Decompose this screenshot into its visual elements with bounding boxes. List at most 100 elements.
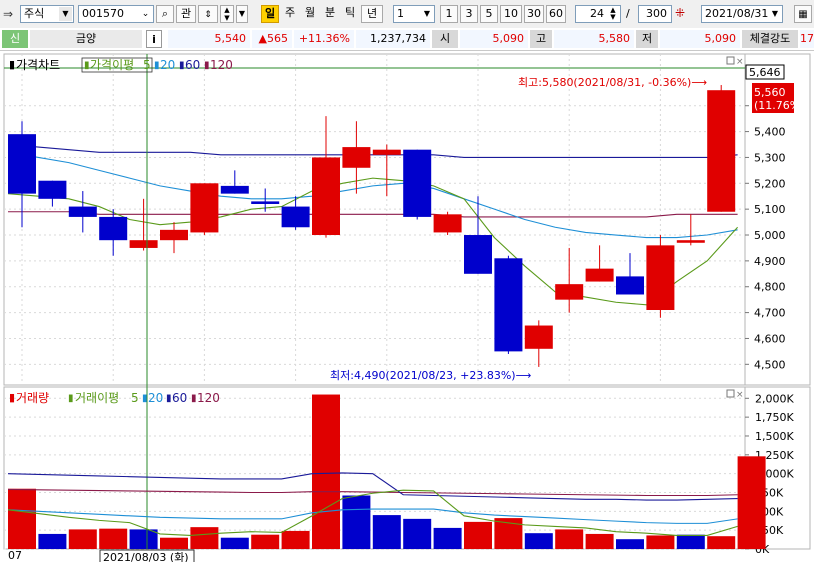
candle-body: [524, 325, 553, 349]
volume-bar: [281, 530, 310, 549]
stock-chart[interactable]: 4,500 4,600 4,700 4,800 4,900 5,000 5,100 5,200…: [0, 52, 814, 562]
market-select[interactable]: 주식 ▼: [20, 5, 74, 23]
period-tick[interactable]: 틱: [341, 5, 359, 23]
stock-code-input[interactable]: 001570 ⌄: [78, 5, 154, 23]
watchlist-button[interactable]: 관: [176, 5, 196, 23]
price-ma60-bullet: ▮: [179, 60, 185, 71]
chevron-down-icon: ▼: [59, 7, 72, 21]
period-week[interactable]: 주: [281, 5, 299, 23]
period-minute[interactable]: 분: [321, 5, 339, 23]
dropdown-button[interactable]: ▼: [236, 5, 248, 23]
interval-5[interactable]: 5: [480, 5, 498, 23]
candle: [403, 149, 432, 220]
price-y-tick-label: 5,200: [754, 177, 786, 190]
volume-value: 1,237,734: [356, 30, 430, 48]
chevron-down-icon: ⌄: [141, 9, 150, 19]
strength-label: 체결강도: [742, 30, 798, 48]
volume-bar: [707, 536, 736, 549]
candle-body: [403, 149, 432, 217]
volume-bar: [160, 537, 188, 549]
candle-body: [555, 284, 584, 300]
interval-60[interactable]: 60: [546, 5, 566, 23]
quote-bar: 신 금양 i 5,540 ▲565 +11.36% 1,237,734 시 5,…: [0, 28, 814, 51]
volume-bar: [251, 534, 280, 549]
scroll-toggle-button[interactable]: ⇕: [198, 5, 218, 23]
market-select-value: 주식: [24, 7, 45, 20]
candle-body: [616, 276, 644, 295]
candle-body: [707, 90, 736, 212]
volume-ma5-bullet: ▮: [68, 393, 74, 404]
price-ma5-bullet: ▮: [84, 60, 90, 71]
volume-bar: [8, 488, 36, 549]
volume-bar: [372, 515, 401, 549]
search-button[interactable]: ⌕: [156, 5, 174, 23]
period-day[interactable]: 일: [261, 5, 279, 23]
current-pct-label: (11.76%): [754, 99, 805, 112]
interval-30[interactable]: 30: [524, 5, 544, 23]
candle-body: [372, 149, 401, 155]
price-ma20-bullet: ▮: [154, 60, 160, 71]
chevron-down-icon: ▼: [238, 9, 246, 18]
interval-select[interactable]: 1 ▼: [393, 5, 435, 23]
volume-bar: [38, 533, 67, 549]
candle: [190, 183, 219, 236]
panel-close-icon[interactable]: ×: [736, 57, 744, 67]
candle: [433, 211, 462, 236]
settings-icon[interactable]: ⁜: [675, 6, 685, 20]
candle-body: [646, 245, 675, 311]
candle-body: [312, 157, 340, 236]
volume-bar: [646, 535, 675, 549]
price-y-tick-label: 5,300: [754, 151, 786, 164]
price-ma5-period: 5: [143, 58, 151, 72]
strength-value: 177.5: [800, 30, 814, 48]
volume-bar: [585, 533, 614, 549]
candle-body: [342, 147, 371, 168]
candle-body: [676, 240, 705, 243]
candle-body: [38, 180, 67, 199]
date-input[interactable]: 2021/08/31 ▼: [701, 5, 783, 23]
volume-bar: [220, 537, 249, 549]
volume-bar: [464, 521, 492, 549]
low-price: 5,090: [660, 30, 740, 48]
price-ma20-period: 20: [160, 58, 175, 72]
volume-y-tick-label: 1,750K: [755, 411, 794, 424]
panel-close-icon[interactable]: ×: [736, 390, 744, 400]
page-current-input[interactable]: 24 ▲ ▼: [575, 5, 621, 23]
crosshair-price-label: 5,646: [749, 66, 781, 79]
candle-body: [99, 216, 128, 241]
interval-10[interactable]: 10: [500, 5, 522, 23]
volume-ma-label: 거래이평: [75, 391, 119, 405]
price-y-tick-label: 4,800: [754, 281, 786, 294]
price-y-tick-label: 5,400: [754, 126, 786, 139]
period-year[interactable]: 년: [361, 5, 383, 23]
candle-body: [8, 134, 36, 194]
volume-ma60-bullet: ▮: [166, 393, 172, 404]
low-annotation: 최저:4,490(2021/08/23, +23.83%)⟶: [330, 369, 532, 382]
period-month[interactable]: 월: [301, 5, 319, 23]
credit-flag: 신: [2, 30, 28, 48]
spin-button[interactable]: ▲ ▼: [220, 5, 234, 23]
price-y-tick-label: 4,900: [754, 255, 786, 268]
volume-ma20-bullet: ▮: [142, 393, 148, 404]
interval-3[interactable]: 3: [460, 5, 478, 23]
price-y-tick-label: 5,100: [754, 203, 786, 216]
change-percent: +11.36%: [294, 30, 354, 48]
volume-bar: [312, 394, 340, 549]
info-button[interactable]: i: [146, 30, 162, 48]
volume-panel-title: 거래량: [16, 391, 49, 405]
candle: [707, 85, 736, 212]
interval-1[interactable]: 1: [440, 5, 458, 23]
stock-name: 금양: [30, 30, 142, 48]
chart-toolbar: ⇒ 주식 ▼ 001570 ⌄ ⌕ 관 ⇕ ▲ ▼ ▼ 일 주 월 분 틱 년 1…: [0, 0, 814, 29]
up-down-icon: ⇕: [204, 10, 212, 20]
stock-code-value: 001570: [82, 7, 124, 20]
page-total-input[interactable]: 300: [638, 5, 672, 23]
volume-bar: [129, 529, 158, 549]
volume-bar: [616, 539, 644, 549]
price-ma120-bullet: ▮: [204, 60, 210, 71]
menu-arrow-icon[interactable]: ⇒: [3, 7, 19, 21]
volume-panel-bullet: ▮: [9, 391, 15, 404]
calendar-button[interactable]: ▦: [794, 5, 812, 23]
volume-bar: [524, 533, 553, 549]
price-ma-label: 가격이평: [90, 58, 134, 72]
